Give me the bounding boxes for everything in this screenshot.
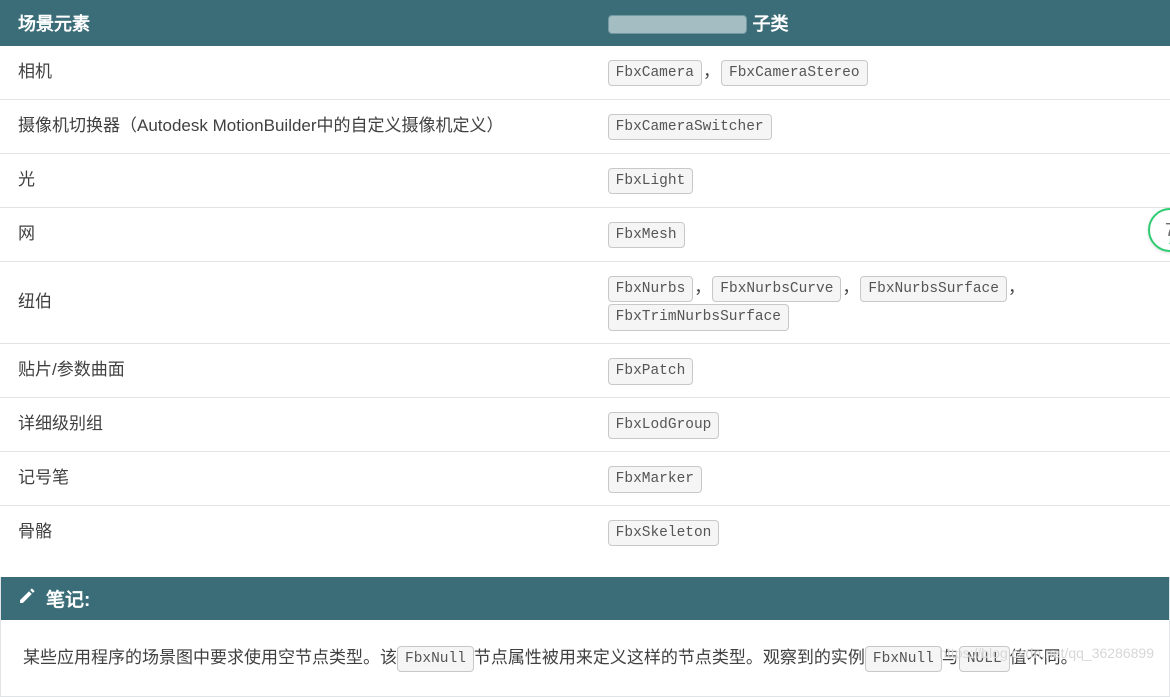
separator: ， (1008, 278, 1025, 297)
subclass-cell: FbxPatch (590, 344, 1170, 398)
code-token: FbxNurbsSurface (860, 276, 1007, 302)
code-token: FbxLodGroup (608, 412, 720, 438)
code-token: FbxPatch (608, 358, 694, 384)
code-token: FbxNull (397, 646, 474, 672)
note-header: 笔记: (1, 577, 1169, 620)
table-row: 骨骼 FbxSkeleton (0, 506, 1170, 559)
note-text-fragment: 值不同。 (1010, 648, 1078, 667)
note-title: 笔记: (46, 585, 90, 612)
code-token: FbxMesh (608, 222, 685, 248)
scene-element-cell: 骨骼 (0, 506, 590, 559)
code-token: FbxCameraStereo (721, 60, 868, 86)
fbx-subclass-table: 场景元素 FbxNodeAttribute子类 相机FbxCamera，FbxC… (0, 0, 1170, 559)
header-code-badge: FbxNodeAttribute (608, 15, 747, 34)
subclass-cell: FbxNurbs，FbxNurbsCurve，FbxNurbsSurface，F… (590, 261, 1170, 344)
table-row: 网 FbxMesh (0, 207, 1170, 261)
separator: ， (703, 62, 720, 81)
table-row: 详细级别组 FbxLodGroup (0, 398, 1170, 452)
code-token: FbxSkeleton (608, 520, 720, 546)
subclass-cell: FbxSkeleton (590, 506, 1170, 559)
header-subclass-text: 子类 (753, 14, 789, 34)
scene-element-cell: 记号笔 (0, 452, 590, 506)
code-token: FbxTrimNurbsSurface (608, 304, 789, 330)
code-token: FbxCameraSwitcher (608, 114, 772, 140)
subclass-cell: FbxMesh (590, 207, 1170, 261)
table-header-scene-element: 场景元素 (0, 0, 590, 46)
subclass-cell: FbxLodGroup (590, 398, 1170, 452)
table-row: 相机FbxCamera，FbxCameraStereo (0, 46, 1170, 99)
note-text-fragment: 节点属性被用来定义这样的节点类型。观察到的实例 (474, 648, 865, 667)
table-row: 纽伯FbxNurbs，FbxNurbsCurve，FbxNurbsSurface… (0, 261, 1170, 344)
scene-element-cell: 光 (0, 153, 590, 207)
code-token: FbxNurbs (608, 276, 694, 302)
table-row: 贴片/参数曲面 FbxPatch (0, 344, 1170, 398)
code-token: FbxMarker (608, 466, 702, 492)
separator: ， (694, 278, 711, 297)
table-row: 光 FbxLight (0, 153, 1170, 207)
subclass-cell: FbxMarker (590, 452, 1170, 506)
code-token: FbxNull (865, 646, 942, 672)
table-row: 记号笔 FbxMarker (0, 452, 1170, 506)
table-row: 摄像机切换器（Autodesk MotionBuilder中的自定义摄像机定义）… (0, 99, 1170, 153)
separator: ， (842, 278, 859, 297)
scene-element-cell: 摄像机切换器（Autodesk MotionBuilder中的自定义摄像机定义） (0, 99, 590, 153)
scene-element-cell: 详细级别组 (0, 398, 590, 452)
scene-element-cell: 纽伯 (0, 261, 590, 344)
note-block: 笔记: 某些应用程序的场景图中要求使用空节点类型。该FbxNull节点属性被用来… (0, 577, 1170, 697)
code-token: FbxNurbsCurve (712, 276, 841, 302)
note-text-fragment: 某些应用程序的场景图中要求使用空节点类型。该 (23, 648, 397, 667)
subclass-cell: FbxCameraSwitcher (590, 99, 1170, 153)
code-token: FbxCamera (608, 60, 702, 86)
scene-element-cell: 贴片/参数曲面 (0, 344, 590, 398)
code-token: NULL (959, 646, 1010, 672)
note-body: 某些应用程序的场景图中要求使用空节点类型。该FbxNull节点属性被用来定义这样… (1, 620, 1169, 696)
note-text-fragment: 与 (942, 648, 959, 667)
scene-element-cell: 网 (0, 207, 590, 261)
scene-element-cell: 相机 (0, 46, 590, 99)
code-token: FbxLight (608, 168, 694, 194)
subclass-cell: FbxLight (590, 153, 1170, 207)
subclass-cell: FbxCamera，FbxCameraStereo (590, 46, 1170, 99)
table-header-subclass: FbxNodeAttribute 子类 (590, 0, 1170, 46)
pencil-icon (19, 587, 36, 610)
